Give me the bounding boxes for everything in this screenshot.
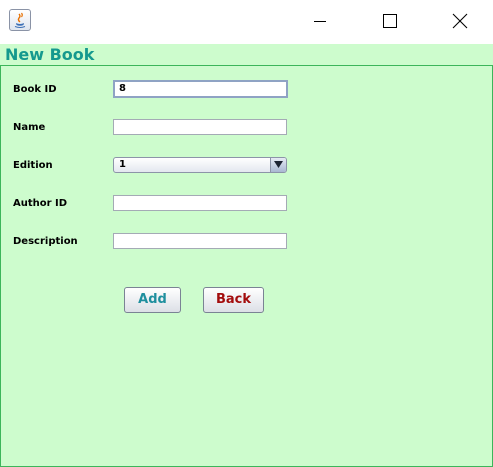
- close-icon: [452, 13, 468, 29]
- book-id-label: Book ID: [13, 84, 57, 95]
- edition-dropdown[interactable]: 1: [113, 157, 287, 173]
- description-label: Description: [13, 236, 78, 247]
- back-button[interactable]: Back: [203, 287, 264, 313]
- edition-label: Edition: [13, 160, 53, 171]
- close-button[interactable]: [437, 0, 483, 44]
- chevron-down-icon: [274, 161, 283, 168]
- maximize-icon: [383, 14, 397, 28]
- minimize-icon: [314, 21, 326, 22]
- maximize-button[interactable]: [367, 0, 413, 44]
- author-id-field[interactable]: [113, 195, 287, 211]
- java-icon[interactable]: [9, 9, 31, 31]
- window-titlebar: [0, 0, 493, 44]
- description-field[interactable]: [113, 233, 287, 249]
- name-label: Name: [13, 122, 46, 133]
- add-button[interactable]: Add: [124, 287, 181, 313]
- author-id-label: Author ID: [13, 198, 68, 209]
- book-id-field[interactable]: 8: [113, 80, 288, 98]
- frame-title: New Book: [5, 45, 95, 64]
- edition-selected-value: 1: [119, 159, 126, 170]
- dropdown-arrow-button[interactable]: [270, 158, 286, 172]
- new-book-form-panel: Book ID 8 Name Edition 1 Author ID Descr…: [0, 65, 493, 467]
- minimize-button[interactable]: [297, 0, 343, 44]
- name-field[interactable]: [113, 119, 287, 135]
